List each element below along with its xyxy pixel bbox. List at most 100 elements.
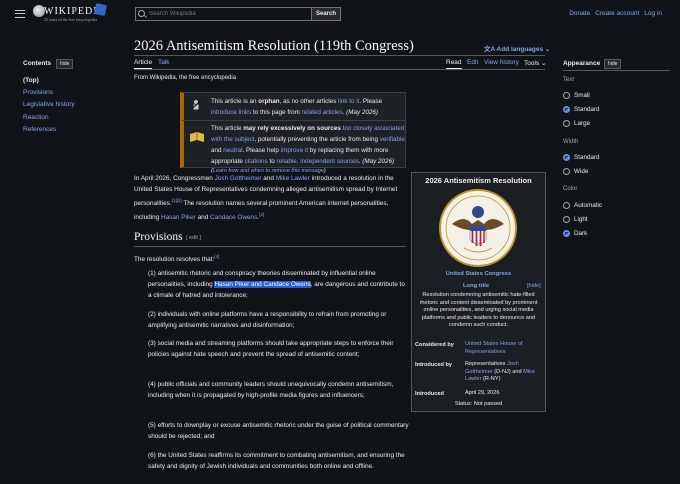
reliable-sources-link[interactable]: reliable, independent sources — [276, 158, 358, 165]
search-button[interactable]: Search — [311, 7, 341, 21]
title-divider — [134, 55, 545, 56]
notice-text: This article is an — [211, 98, 259, 105]
tools-menu[interactable]: Tools ⌄ — [524, 59, 546, 67]
appearance-hide-button[interactable]: hide — [604, 59, 622, 69]
notice-date: (May 2026) — [362, 158, 395, 165]
search-input[interactable] — [149, 9, 309, 19]
radio-color-automatic[interactable] — [563, 202, 570, 209]
sources-notice-text: This article may rely excessively on sou… — [211, 123, 406, 176]
add-languages-label: Add languages — [496, 46, 544, 53]
notice-text: . Please help — [242, 147, 281, 154]
considered-label: Considered by — [415, 342, 454, 348]
radio-label: Standard — [574, 154, 600, 161]
edit-section-link[interactable]: [ edit ] — [186, 235, 201, 241]
toc-title: Contents — [23, 60, 52, 67]
chevron-down-icon: ⌄ — [539, 60, 547, 67]
united-states-congress-link[interactable]: United States Congress — [446, 271, 511, 277]
donate-link[interactable]: Donate — [569, 10, 590, 17]
notice-bold: orphan — [258, 98, 280, 105]
intro-text: and — [195, 214, 211, 222]
toc-item-references[interactable]: References — [23, 126, 56, 133]
infobox-description: Resolution condemning antisemitic hate-f… — [419, 292, 538, 329]
notice-date: (May 2026) — [346, 109, 378, 116]
reference-link[interactable]: [1][2] — [172, 198, 182, 203]
create-account-link[interactable]: Create account — [595, 10, 639, 17]
chevron-down-icon: ⌄ — [543, 46, 551, 53]
house-link[interactable]: United States House of Representatives — [465, 341, 523, 355]
tabs-divider — [134, 69, 545, 70]
provision-item-6: (6) the United States reaffirms its comm… — [148, 452, 405, 471]
verifiable-link[interactable]: verifiable — [380, 136, 405, 143]
color-label: Color — [563, 186, 578, 192]
reference-link[interactable]: [3] — [259, 212, 264, 217]
introduced-by-value: Representatives Josh Gottheimer (D-NJ) a… — [465, 361, 543, 384]
congress-seal-image[interactable] — [438, 188, 518, 268]
infobox-caption: United States Congress — [411, 271, 546, 277]
tab-edit[interactable]: Edit — [467, 59, 478, 66]
josh-gottheimer-link[interactable]: Josh Gottheimer — [215, 175, 262, 182]
section-divider — [134, 246, 406, 247]
considered-value: United States House of Representatives — [465, 341, 543, 356]
login-link[interactable]: Log in — [644, 10, 662, 17]
provision-item-3: (3) social media and streaming platforms… — [148, 340, 394, 359]
book-icon — [190, 132, 204, 142]
radio-color-dark[interactable] — [563, 230, 570, 237]
link-to-it-link[interactable]: link to it — [338, 98, 359, 105]
resolves-label: The resolution resolves that: — [134, 256, 215, 264]
infobox-hide-link[interactable]: [hide] — [527, 283, 541, 289]
notice-text: , potentially preventing the article fro… — [254, 136, 380, 143]
tab-view-history[interactable]: View history — [484, 59, 519, 66]
intro-text: In April 2026, Congressmen — [134, 175, 215, 182]
citations-link[interactable]: citations — [245, 158, 268, 165]
tab-read[interactable]: Read — [446, 59, 462, 69]
radio-width-wide[interactable] — [563, 168, 570, 175]
mike-lawler-link[interactable]: Mike Lawler — [276, 175, 310, 182]
radio-label: Standard — [574, 106, 600, 113]
tab-article[interactable]: Article — [134, 59, 153, 69]
anniversary-puzzle-icon — [93, 2, 108, 17]
provision-item-5: (5) efforts to downplay or excuse antise… — [148, 422, 409, 441]
introduced-by-label: Introduced by — [415, 362, 452, 368]
add-languages-button[interactable]: 文A Add languages ⌄ — [484, 43, 550, 53]
improve-it-link[interactable]: improve it — [281, 147, 308, 154]
toc-hide-button[interactable]: hide — [56, 59, 74, 69]
radio-color-light[interactable] — [563, 216, 570, 223]
provisions-heading: Provisions — [134, 231, 183, 243]
radio-label: Wide — [574, 168, 589, 175]
orphan-notice-text: This article is an orphan, as no other a… — [211, 96, 401, 118]
page-title: 2026 Antisemitism Resolution (119th Cong… — [134, 38, 414, 54]
wikipedia-tagline: 25 years of the free encyclopedia — [44, 17, 97, 22]
orphan-notice: This article is an orphan, as no other a… — [180, 92, 406, 121]
introduce-links-link[interactable]: introduce links — [211, 109, 251, 116]
resolves-text: The resolution resolves that:[4] — [134, 251, 406, 265]
long-title-label: Long title — [463, 283, 490, 289]
width-label: Width — [563, 139, 579, 145]
user-links: Donate Create account Log in — [569, 10, 662, 17]
radio-text-small[interactable] — [563, 92, 570, 99]
toc-item-legislative-history[interactable]: Legislative history — [23, 101, 75, 108]
tab-talk[interactable]: Talk — [158, 59, 170, 66]
radio-text-standard[interactable] — [563, 106, 570, 113]
intro-text: and — [261, 175, 276, 182]
related-articles-link[interactable]: related articles — [302, 109, 343, 116]
introduced-by-text: Representatives — [465, 361, 507, 367]
main-menu-icon[interactable] — [15, 10, 25, 18]
infobox-title: 2026 Antisemitism Resolution — [425, 176, 532, 185]
radio-label: Dark — [574, 230, 588, 237]
candace-owens-link[interactable]: Candace Owens — [210, 214, 257, 221]
reference-link[interactable]: [4] — [214, 254, 219, 259]
appearance-title: Appearance — [563, 60, 601, 67]
notice-bold: may rely excessively on sources — [243, 125, 341, 132]
toc-item-provisions[interactable]: Provisions — [23, 89, 53, 96]
introduced-label: Introduced — [415, 391, 444, 397]
notice-text: and — [211, 147, 224, 154]
selected-text[interactable]: Hasan Piker and Candace Owens — [214, 281, 311, 289]
toc-item-top[interactable]: (Top) — [23, 77, 39, 84]
introduced-by-text: (D-NJ) and — [492, 368, 524, 375]
radio-width-standard[interactable] — [563, 154, 570, 161]
toc-item-reaction[interactable]: Reaction — [23, 114, 49, 121]
neutral-link[interactable]: neutral — [223, 147, 242, 154]
notice-text: . Please — [359, 98, 383, 105]
radio-text-large[interactable] — [563, 120, 570, 127]
hasan-piker-link[interactable]: Hasan Piker — [161, 214, 196, 221]
